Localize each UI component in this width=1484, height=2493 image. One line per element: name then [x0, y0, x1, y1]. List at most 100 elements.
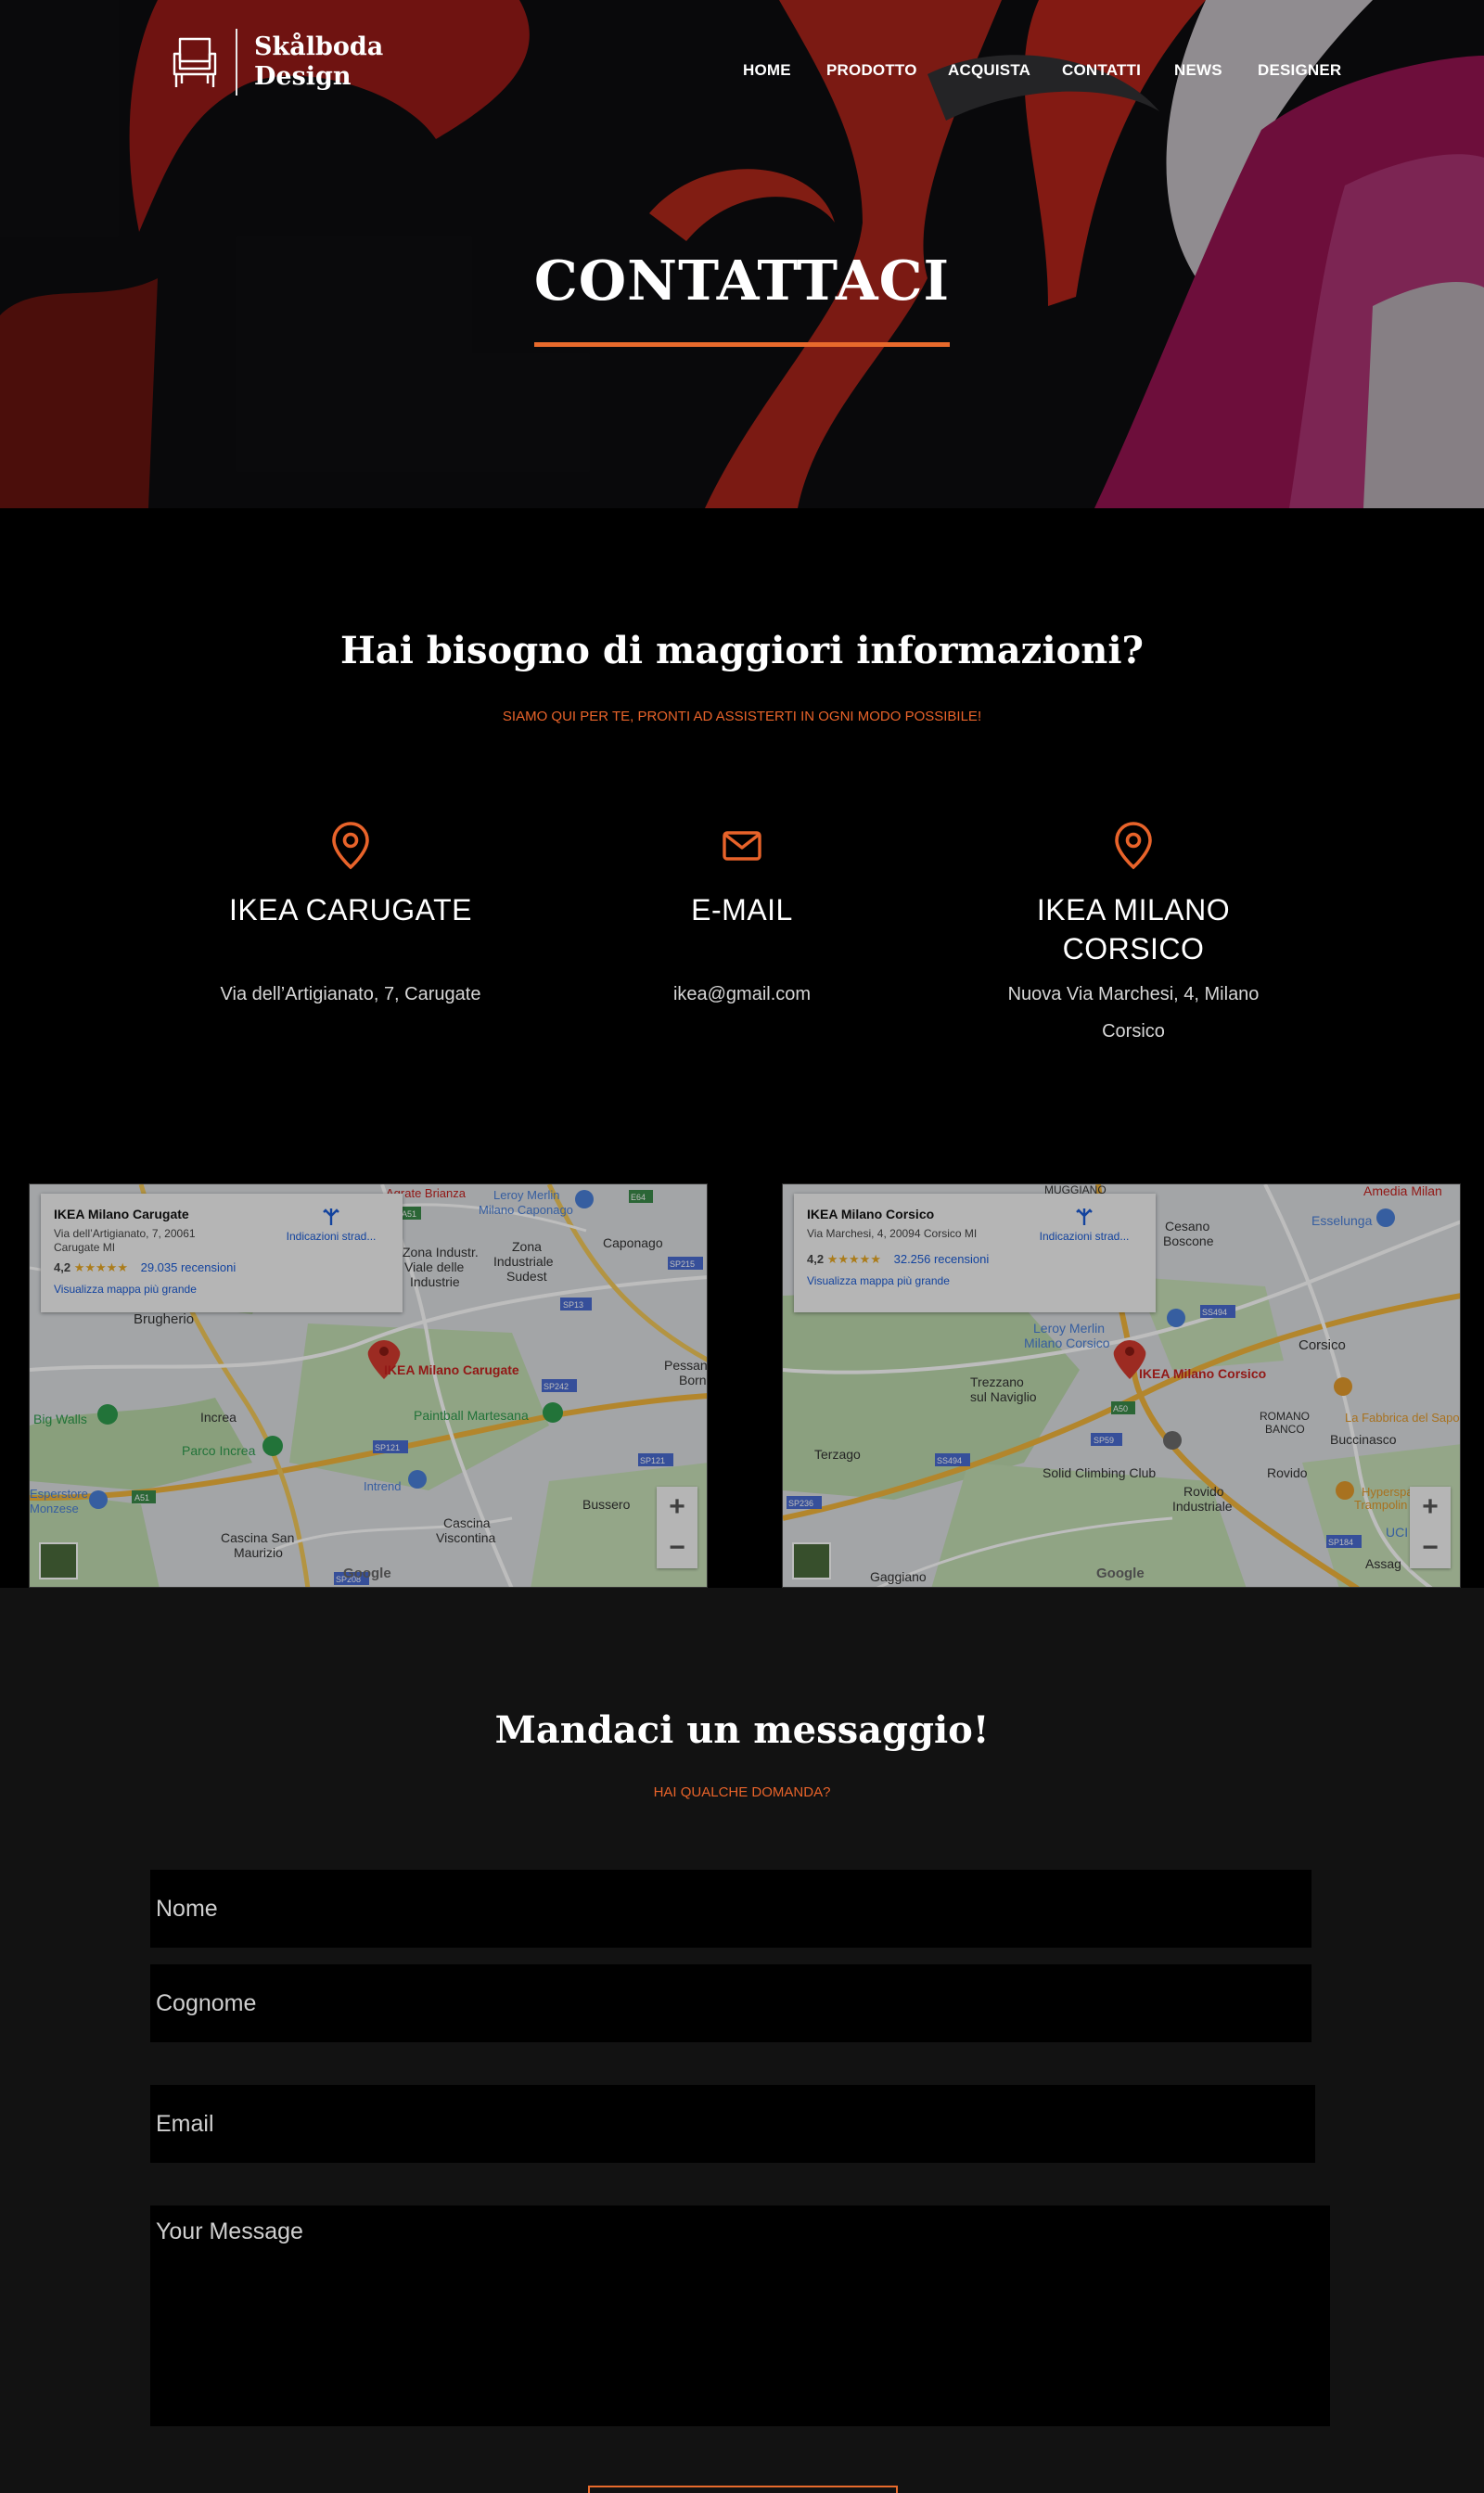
- contact-form-section: Mandaci un messaggio! HAI QUALCHE DOMAND…: [0, 1588, 1484, 2493]
- svg-text:Rovido: Rovido: [1267, 1465, 1308, 1480]
- contact-card-address: Nuova Via Marchesi, 4, Milano Corsico: [929, 976, 1337, 1050]
- svg-text:Cesano: Cesano: [1165, 1219, 1209, 1234]
- contact-card-carugate: IKEA CARUGATE Via dell’Artigianato, 7, C…: [147, 820, 555, 1013]
- place-address-line1: Via dell’Artigianato, 7, 20061: [54, 1227, 196, 1240]
- first-name-field[interactable]: [150, 1870, 1311, 1948]
- rating-value: 4,2: [54, 1260, 71, 1274]
- svg-text:Milano Caponago: Milano Caponago: [479, 1203, 573, 1217]
- contact-card-address-line1: Nuova Via Marchesi, 4, Milano: [1007, 984, 1260, 1004]
- nav-prodotto[interactable]: PRODOTTO: [826, 61, 917, 80]
- view-larger-map-link[interactable]: Visualizza mappa più grande: [807, 1274, 1143, 1287]
- svg-text:Esperstore: Esperstore: [30, 1487, 88, 1501]
- svg-text:Boscone: Boscone: [1163, 1234, 1214, 1248]
- directions-icon: [323, 1208, 339, 1225]
- place-info-card: IKEA Milano Corsico Via Marchesi, 4, 200…: [794, 1194, 1156, 1312]
- svg-text:Terzago: Terzago: [814, 1447, 861, 1462]
- nav-news[interactable]: NEWS: [1174, 61, 1222, 80]
- map-zoom-controls: + −: [1410, 1487, 1451, 1568]
- svg-text:Solid Climbing Club: Solid Climbing Club: [1043, 1465, 1156, 1480]
- svg-text:Amedia Milan: Amedia Milan: [1363, 1184, 1442, 1198]
- svg-text:Brugherio: Brugherio: [134, 1311, 194, 1327]
- svg-text:Cascina San: Cascina San: [221, 1530, 294, 1545]
- svg-text:Viscontina: Viscontina: [436, 1530, 496, 1545]
- svg-text:E64: E64: [631, 1193, 646, 1202]
- place-rating: 4,2 ★★★★★ 29.035 recensioni: [54, 1260, 390, 1275]
- directions-link[interactable]: Indicazioni strad...: [280, 1207, 382, 1243]
- svg-text:Increa: Increa: [200, 1410, 237, 1425]
- svg-text:Viale delle: Viale delle: [404, 1259, 465, 1274]
- contact-card-title-line2: CORSICO: [1062, 932, 1205, 965]
- svg-text:Rovido: Rovido: [1183, 1484, 1224, 1499]
- svg-text:La Fabbrica del Sapo: La Fabbrica del Sapo: [1345, 1411, 1460, 1425]
- svg-text:Bussero: Bussero: [582, 1497, 631, 1512]
- svg-text:Big Walls: Big Walls: [33, 1412, 87, 1426]
- reviews-link[interactable]: 32.256 recensioni: [894, 1252, 990, 1266]
- satellite-toggle-button[interactable]: [792, 1542, 831, 1579]
- hero-banner: Skålboda Design HOME PRODOTTO ACQUISTA C…: [0, 0, 1484, 508]
- svg-text:SP184: SP184: [1328, 1538, 1353, 1547]
- nav-contatti[interactable]: CONTATTI: [1062, 61, 1141, 80]
- nav-designer[interactable]: DESIGNER: [1258, 61, 1341, 80]
- svg-text:Leroy Merlin: Leroy Merlin: [1033, 1321, 1105, 1336]
- mail-icon: [538, 820, 946, 872]
- submit-button[interactable]: [588, 2486, 898, 2493]
- page-title: CONTATTACI: [533, 249, 951, 313]
- svg-text:Zona: Zona: [512, 1239, 542, 1254]
- contact-card-title: E-MAIL: [691, 893, 793, 927]
- rating-stars-icon: ★★★★★: [73, 1260, 128, 1274]
- svg-text:Trezzano: Trezzano: [970, 1374, 1024, 1389]
- nav-acquista[interactable]: ACQUISTA: [948, 61, 1030, 80]
- map-carugate[interactable]: Agrate Brianza Leroy Merlin Milano Capon…: [29, 1183, 708, 1588]
- zoom-in-button[interactable]: +: [657, 1487, 697, 1528]
- contact-card-corsico: IKEA MILANO CORSICO Nuova Via Marchesi, …: [929, 820, 1337, 1050]
- svg-text:SP236: SP236: [788, 1499, 813, 1508]
- nav-home[interactable]: HOME: [743, 61, 791, 80]
- svg-text:Paintball Martesana: Paintball Martesana: [414, 1408, 529, 1423]
- last-name-field[interactable]: [150, 1964, 1311, 2042]
- svg-text:Leroy Merlin: Leroy Merlin: [493, 1188, 560, 1202]
- svg-text:SP215: SP215: [670, 1259, 695, 1269]
- svg-text:SP242: SP242: [544, 1382, 569, 1391]
- rating-stars-icon: ★★★★★: [826, 1252, 881, 1266]
- zoom-in-button[interactable]: +: [1410, 1487, 1451, 1528]
- map-corsico[interactable]: MUGGIANO Cesano Boscone Esselunga Amedia…: [782, 1183, 1461, 1588]
- place-info-card: IKEA Milano Carugate Via dell’Artigianat…: [41, 1194, 403, 1312]
- map-pin-label[interactable]: IKEA Milano Corsico: [1139, 1366, 1266, 1381]
- form-heading: Mandaci un messaggio!: [494, 1708, 990, 1752]
- place-address: Via dell’Artigianato, 7, 20061 Carugate …: [54, 1227, 239, 1255]
- satellite-toggle-button[interactable]: [39, 1542, 78, 1579]
- google-logo: Google: [343, 1566, 391, 1581]
- contact-card-address-line2: Corsico: [1102, 1021, 1165, 1042]
- zoom-out-button[interactable]: −: [1410, 1528, 1451, 1568]
- email-field[interactable]: [150, 2085, 1315, 2163]
- svg-text:A51: A51: [134, 1493, 149, 1502]
- zoom-out-button[interactable]: −: [657, 1528, 697, 1568]
- main-navigation: HOME PRODOTTO ACQUISTA CONTATTI NEWS DES…: [0, 61, 1484, 83]
- place-rating: 4,2 ★★★★★ 32.256 recensioni: [807, 1252, 1143, 1267]
- svg-text:Parco Increa: Parco Increa: [182, 1443, 256, 1458]
- svg-text:Intrend: Intrend: [364, 1479, 401, 1493]
- directions-label: Indicazioni strad...: [286, 1230, 377, 1243]
- contact-card-address: Via dell’Artigianato, 7, Carugate: [220, 984, 481, 1004]
- view-larger-map-link[interactable]: Visualizza mappa più grande: [54, 1283, 390, 1296]
- reviews-link[interactable]: 29.035 recensioni: [141, 1260, 237, 1274]
- location-pin-icon: [147, 820, 555, 872]
- contact-info-section: Hai bisogno di maggiori informazioni? SI…: [0, 508, 1484, 1588]
- contact-card-email-address[interactable]: ikea@gmail.com: [538, 976, 946, 1013]
- svg-text:Sudest: Sudest: [506, 1269, 547, 1284]
- svg-text:Industrie: Industrie: [410, 1274, 460, 1289]
- svg-text:Esselunga: Esselunga: [1311, 1213, 1373, 1228]
- svg-text:ROMANO: ROMANO: [1260, 1410, 1310, 1423]
- map-zoom-controls: + −: [657, 1487, 697, 1568]
- svg-text:UCI: UCI: [1386, 1525, 1408, 1540]
- form-subheading: HAI QUALCHE DOMANDA?: [653, 1784, 831, 1800]
- map-pin-label[interactable]: IKEA Milano Carugate: [384, 1362, 519, 1377]
- message-textarea[interactable]: [150, 2205, 1330, 2426]
- svg-text:Cascina: Cascina: [443, 1515, 491, 1530]
- svg-text:A50: A50: [1113, 1404, 1128, 1413]
- contact-card-title-line1: IKEA MILANO: [1036, 893, 1231, 927]
- directions-link[interactable]: Indicazioni strad...: [1033, 1207, 1135, 1243]
- svg-text:Gaggiano: Gaggiano: [870, 1569, 927, 1584]
- svg-text:Born: Born: [679, 1373, 707, 1387]
- info-subheading: SIAMO QUI PER TE, PRONTI AD ASSISTERTI I…: [502, 709, 982, 724]
